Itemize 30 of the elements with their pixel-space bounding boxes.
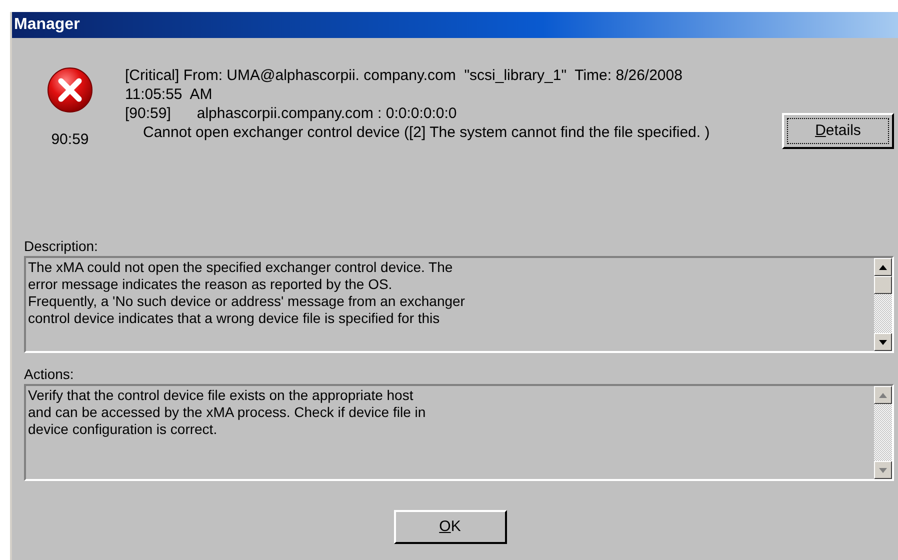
alert-header: [Critical] From: UMA@alphascorpii. company.com "scsi_library_1" Time: 8/26/2008 — [125, 66, 684, 85]
alert-time: 11:05:55 AM — [125, 85, 214, 104]
text-line: control device indicates that a wrong device file is specified for this — [28, 310, 441, 327]
scrollbar[interactable] — [874, 386, 892, 479]
up-arrow-icon — [879, 264, 887, 270]
text-line: device configuration is correct. — [28, 421, 218, 438]
down-arrow-icon — [879, 340, 887, 344]
alert-message: Cannot open exchanger control device ([2] The system cannot find the file specified. ) — [143, 123, 710, 142]
text-line: The xMA could not open the specified exchanger control device. The — [28, 259, 454, 276]
scroll-down-button[interactable] — [874, 333, 892, 351]
section-label: Description: — [24, 238, 99, 255]
text-line: and can be accessed by the xMA process. Check if device file in — [28, 404, 427, 421]
scroll-up-button[interactable] — [874, 386, 892, 404]
section-label: Actions: — [24, 366, 75, 383]
error-icon — [46, 66, 94, 114]
source-address: alphascorpii.company.com : 0:0:0:0:0:0 — [196, 104, 457, 123]
down-arrow-icon — [879, 468, 887, 472]
window-title: Manager — [14, 15, 80, 35]
ok-button[interactable]: OK — [394, 510, 506, 544]
scroll-down-button[interactable] — [874, 461, 892, 479]
text-line: error message indicates the reason as reported by the OS. — [28, 276, 394, 293]
scroll-thumb[interactable] — [874, 276, 892, 294]
details-button[interactable]: Details — [782, 113, 894, 149]
text-line: Frequently, a 'No such device or address' message from an exchanger — [28, 293, 466, 310]
error-code: 90:59 — [51, 131, 89, 149]
text-line: Verify that the control device file exists on the appropriate host — [28, 387, 414, 404]
source-id: [90:59] — [125, 104, 171, 123]
scroll-up-button[interactable] — [874, 258, 892, 276]
scrollbar[interactable] — [874, 258, 892, 351]
up-arrow-icon — [879, 392, 887, 398]
